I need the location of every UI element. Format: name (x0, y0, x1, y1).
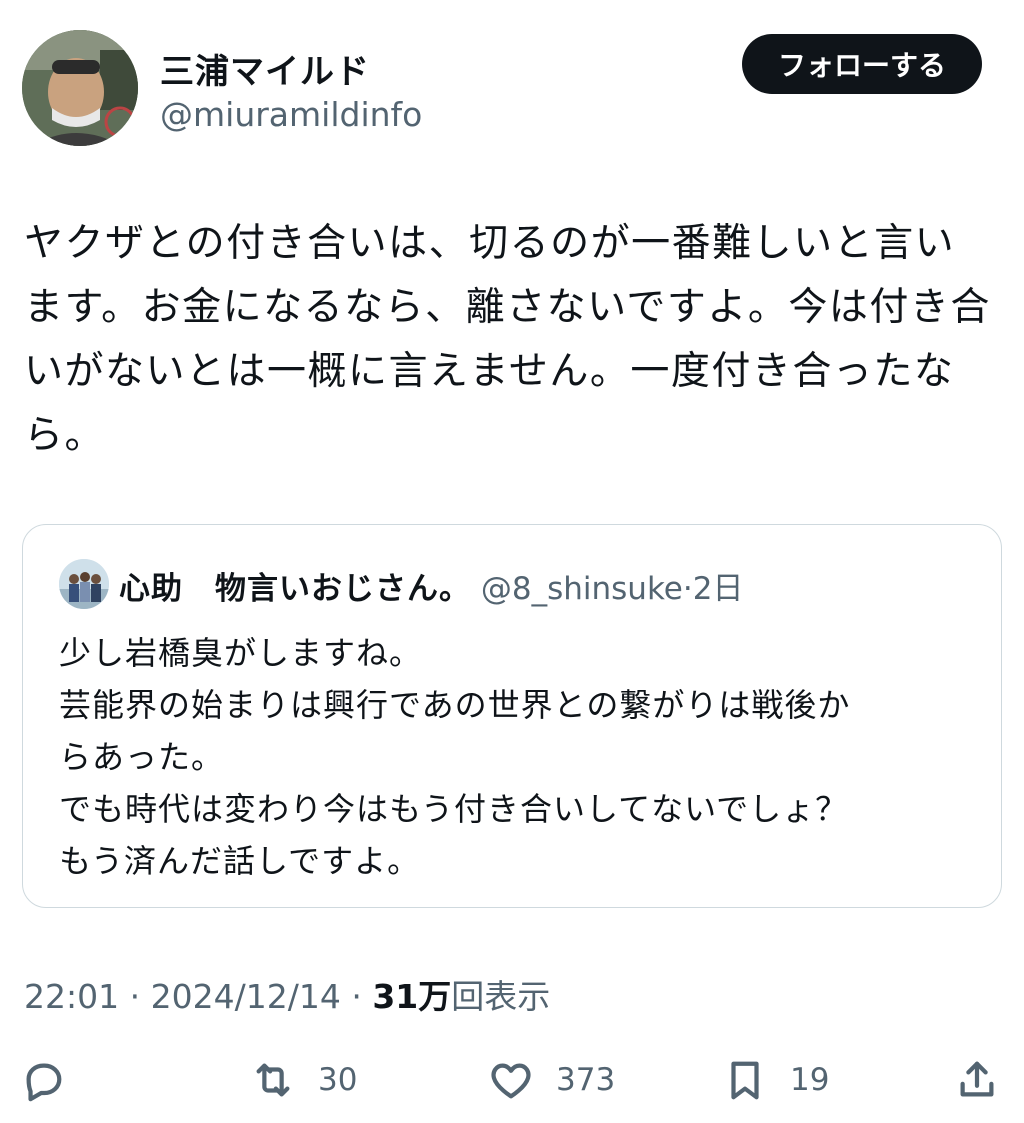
views-count: 31万 (372, 977, 452, 1016)
quote-author-handle[interactable]: @8_shinsuke (481, 571, 683, 607)
author-name[interactable]: 三浦マイルド (160, 44, 370, 93)
quote-author-name[interactable]: 心助 物言いおじさん。 (119, 571, 471, 607)
share-icon (960, 1061, 994, 1097)
heart-icon (491, 1063, 531, 1099)
quote-line: 少し岩橋臭がしますね。 (59, 634, 423, 672)
quote-line: もう済んだ話しですよ。 (59, 842, 421, 880)
tweet-meta: 22:01 · 2024/12/14 · 31万回表示 (24, 970, 550, 1018)
tweet-date[interactable]: 2024/12/14 (151, 977, 341, 1016)
quote-text: 少し岩橋臭がしますね。 芸能界の始まりは興行であの世界との繋がりは戦後か らあっ… (59, 627, 969, 887)
like-button[interactable]: 373 (488, 1055, 615, 1105)
tweet-time[interactable]: 22:01 (24, 977, 119, 1016)
follow-button[interactable]: フォローする (742, 34, 982, 94)
quote-line: 芸能界の始まりは興行であの世界との繋がりは戦後か (59, 686, 851, 724)
quote-time[interactable]: 2日 (693, 571, 744, 607)
tweet-page: 三浦マイルド @miuramildinfo フォローする ヤクザとの付き合いは、… (0, 0, 1024, 1123)
author-avatar[interactable] (22, 30, 138, 146)
bookmark-count: 19 (790, 1062, 830, 1098)
quote-line: でも時代は変わり今はもう付き合いしてないでしょ？ (59, 790, 849, 828)
bookmark-button[interactable]: 19 (722, 1055, 829, 1105)
views-label: 回表示 (451, 977, 551, 1016)
quote-header: 心助 物言いおじさん。 @8_shinsuke·2日 (119, 563, 743, 608)
quote-separator: · (682, 571, 693, 607)
reply-button[interactable] (20, 1055, 66, 1105)
reply-icon (26, 1063, 62, 1102)
like-count: 373 (556, 1062, 616, 1098)
quote-avatar (59, 559, 109, 609)
share-button[interactable] (954, 1055, 1000, 1105)
retweet-button[interactable]: 30 (250, 1055, 357, 1105)
retweet-icon (256, 1063, 290, 1097)
tweet-text: ヤクザとの付き合いは、切るのが一番難しいと言います。お金になるなら、離さないです… (24, 221, 991, 458)
quoted-tweet[interactable]: 心助 物言いおじさん。 @8_shinsuke·2日 少し岩橋臭がしますね。 芸… (22, 524, 1002, 908)
meta-separator: · (129, 977, 141, 1016)
quote-line: らあった。 (59, 738, 225, 776)
retweet-count: 30 (318, 1062, 358, 1098)
meta-separator: · (351, 977, 362, 1016)
author-handle[interactable]: @miuramildinfo (160, 95, 422, 134)
bookmark-icon (731, 1061, 759, 1100)
